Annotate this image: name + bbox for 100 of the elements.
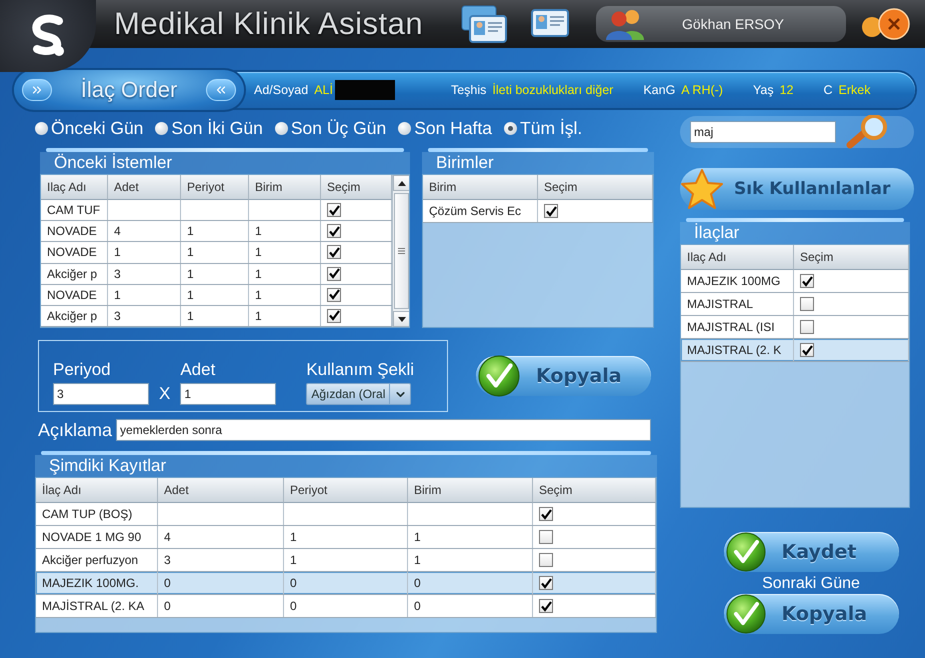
table-cell: 0: [284, 595, 408, 617]
note-input[interactable]: yemeklerden sonra: [116, 419, 652, 441]
table-cell: MAJEZIK 100MG.: [36, 572, 158, 594]
table-row[interactable]: MAJEZIK 100MG: [681, 270, 909, 293]
check-icon: [802, 344, 812, 356]
table-row[interactable]: Çözüm Servis Ec: [423, 200, 653, 223]
table-row[interactable]: Akciğer perfuzyon 3 1 1: [36, 549, 656, 572]
check-icon: [328, 204, 340, 216]
table-row[interactable]: NOVADE 1 1 1: [41, 284, 392, 306]
field-value: 12: [780, 83, 794, 97]
checkbox[interactable]: [327, 245, 341, 260]
column-header: Ilaç Adı: [41, 175, 108, 200]
star-icon: [680, 168, 724, 210]
id-card-icon[interactable]: [460, 4, 510, 44]
table-row[interactable]: NOVADE 1 1 1: [41, 242, 392, 264]
checkbox[interactable]: [539, 507, 553, 521]
checkbox[interactable]: [539, 553, 553, 567]
table-row[interactable]: NOVADE 1 MG 90 4 1 1: [36, 526, 656, 549]
table-row[interactable]: MAJISTRAL (ISI: [681, 316, 909, 339]
check-icon: [328, 310, 340, 322]
column-header: Ilaç Adı: [681, 245, 794, 270]
table-row[interactable]: MAJEZIK 100MG. 0 0 0: [36, 572, 656, 595]
table-row[interactable]: MAJISTRAL (2. K: [681, 339, 909, 362]
checkbox[interactable]: [544, 204, 558, 218]
copy-next-day-button[interactable]: Kopyala: [724, 594, 898, 634]
table-row[interactable]: NOVADE 4 1 1: [41, 221, 392, 242]
column-header: Birim: [249, 175, 321, 200]
checkbox[interactable]: [539, 530, 553, 544]
table-cell: 1: [284, 549, 408, 571]
check-icon: [328, 246, 340, 258]
table-row[interactable]: CAM TUP (BOŞ): [36, 503, 656, 526]
radio-option[interactable]: Son Üç Gün: [274, 118, 386, 138]
table-cell: Akciğer p: [41, 306, 108, 326]
table-cell: 1: [108, 284, 181, 305]
scrollbar[interactable]: [392, 175, 409, 327]
field-label: Periyod: [53, 360, 112, 380]
column-header: Periyot: [284, 478, 408, 503]
favorites-button[interactable]: Sık Kullanılanlar: [680, 168, 914, 210]
radio-option[interactable]: Tüm İşl.: [504, 118, 582, 138]
table-cell: 3: [108, 264, 181, 284]
table-cell: 1: [249, 264, 321, 284]
checkbox[interactable]: [800, 297, 814, 311]
forward-button[interactable]: [22, 79, 52, 101]
copy-button[interactable]: Kopyala: [476, 356, 651, 396]
down-triangle-icon: [398, 316, 406, 322]
user-name: Gökhan ERSOY: [682, 16, 784, 32]
radio-option[interactable]: Son İki Gün: [155, 118, 263, 138]
checkbox[interactable]: [327, 224, 341, 238]
checkbox[interactable]: [327, 266, 341, 281]
checkbox[interactable]: [800, 343, 814, 357]
checkbox[interactable]: [539, 599, 553, 613]
table-row[interactable]: Akciğer p 3 1 1: [41, 264, 392, 285]
table-cell: Akciğer p: [41, 264, 108, 284]
table-row[interactable]: MAJISTRAL: [681, 293, 909, 316]
table-row[interactable]: MAJİSTRAL (2. KA 0 0 0: [36, 595, 656, 618]
table-row[interactable]: Akciğer p 3 1 1: [41, 306, 392, 327]
check-circle-icon: [726, 594, 766, 634]
column-header: Adet: [108, 175, 181, 200]
radio-option[interactable]: Son Hafta: [398, 118, 492, 138]
panel-title: Önceki İstemler: [40, 152, 410, 174]
up-triangle-icon: [398, 180, 406, 186]
table-cell: Çözüm Servis Ec: [423, 200, 538, 222]
period-input[interactable]: 3: [53, 383, 149, 405]
field-value: A RH(-): [681, 83, 723, 97]
checkbox[interactable]: [327, 203, 341, 218]
checkbox[interactable]: [800, 320, 814, 334]
field-label: Kullanım Şekli: [306, 360, 414, 380]
field-label: C: [824, 83, 833, 97]
scroll-thumb[interactable]: [394, 193, 409, 309]
search-input[interactable]: maj: [690, 121, 836, 143]
radio-option[interactable]: Önceki Gün: [35, 118, 144, 138]
check-icon: [540, 578, 552, 588]
scroll-down-button[interactable]: [393, 311, 409, 327]
table-cell: 1: [181, 284, 249, 305]
table-cell: 1: [181, 242, 249, 263]
column-header: İlaç Adı: [36, 478, 158, 503]
table-cell: 1: [181, 264, 249, 284]
table-cell: 1: [249, 221, 321, 242]
table-cell: 1: [181, 306, 249, 326]
column-header: Seçim: [794, 245, 909, 270]
table-cell: MAJİSTRAL (2. KA: [36, 595, 158, 617]
users-icon: [606, 8, 646, 40]
count-input[interactable]: 1: [180, 383, 276, 405]
field-label: KanG: [643, 83, 676, 97]
table-cell: 1: [284, 526, 408, 548]
checkbox[interactable]: [800, 274, 814, 288]
checkbox[interactable]: [539, 576, 553, 590]
checkbox[interactable]: [327, 308, 341, 323]
check-icon: [546, 206, 556, 216]
scroll-up-button[interactable]: [393, 175, 409, 191]
field-label: Yaş: [752, 83, 774, 97]
back-button[interactable]: [206, 79, 236, 101]
redaction-block: [334, 80, 395, 100]
column-header: Adet: [158, 478, 284, 503]
checkbox[interactable]: [327, 288, 341, 302]
table-row[interactable]: CAM TUF: [41, 200, 392, 222]
column-header: Seçim: [321, 175, 392, 200]
save-button[interactable]: Kaydet: [724, 532, 898, 572]
usage-dropdown[interactable]: Ağızdan (Oral: [306, 383, 412, 405]
table-cell: 0: [158, 595, 284, 617]
